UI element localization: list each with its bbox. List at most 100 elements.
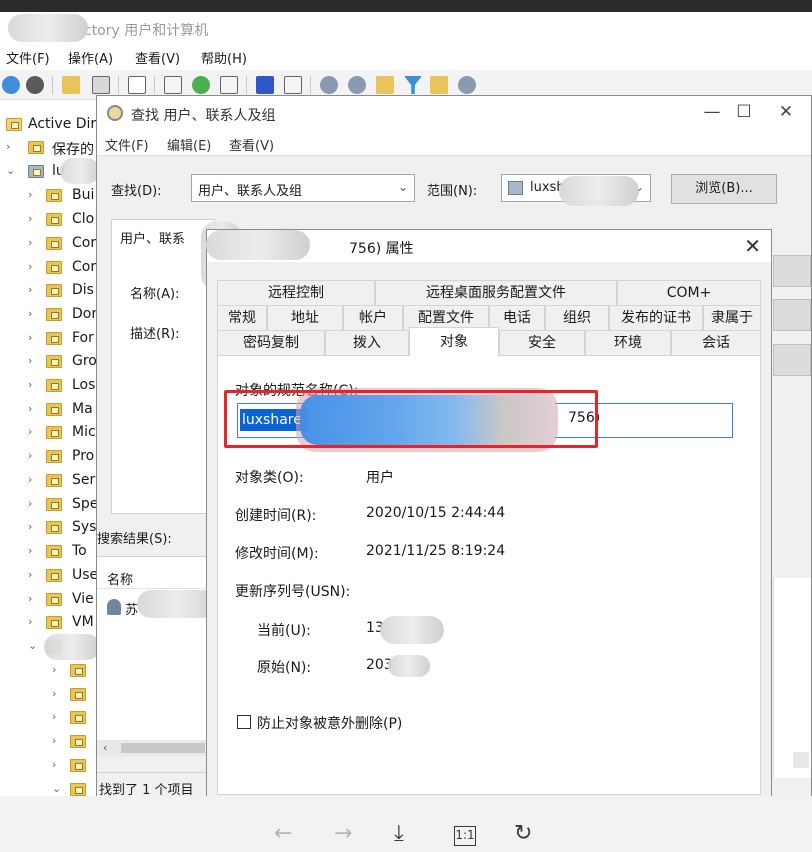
group-icon[interactable]	[348, 76, 366, 94]
tab-address[interactable]: 地址	[267, 305, 343, 331]
close-icon[interactable]: ✕	[744, 234, 761, 258]
console-tree-icon[interactable]	[92, 76, 110, 94]
description-label: 描述(R):	[130, 327, 180, 342]
forward-arrow-icon[interactable]	[26, 76, 44, 94]
tab-com-plus[interactable]: COM+	[617, 280, 761, 306]
name-label: 名称(A):	[130, 287, 180, 302]
clipboard-icon[interactable]	[128, 76, 146, 94]
folder-icon	[46, 261, 62, 274]
rotate-icon[interactable]: ↻	[514, 822, 532, 846]
tab-dial-in[interactable]: 拨入	[325, 330, 409, 356]
folder-icon	[70, 688, 86, 701]
find-icon[interactable]	[430, 76, 448, 94]
browse-button[interactable]: 浏览(B)...	[671, 174, 777, 204]
find-menu-file[interactable]: 文件(F)	[105, 135, 149, 154]
protect-deletion-checkbox[interactable]	[237, 715, 251, 729]
tab-rds-profile[interactable]: 远程桌面服务配置文件	[375, 280, 617, 306]
folder-icon	[46, 498, 62, 511]
folder-icon	[46, 593, 62, 606]
help-icon[interactable]	[256, 76, 274, 94]
usn-label: 更新序列号(USN):	[235, 584, 351, 600]
folder-icon	[46, 308, 62, 321]
back-arrow-icon[interactable]	[2, 76, 20, 94]
menu-view[interactable]: 查看(V)	[135, 48, 180, 67]
find-type-combo[interactable]: 用户、联系人及组 ⌄	[191, 174, 415, 202]
folder-icon	[70, 711, 86, 724]
filter-icon[interactable]	[404, 76, 422, 94]
query-panel: 用户、联系 名称(A): 描述(R):	[111, 219, 215, 514]
usn-original-label: 原始(N):	[257, 660, 312, 676]
results-right-area	[773, 578, 811, 778]
clear-all-button[interactable]	[773, 344, 811, 376]
tab-object[interactable]: 对象	[409, 327, 499, 357]
scroll-left-icon[interactable]: ‹	[103, 741, 107, 754]
scroll-right-icon[interactable]	[793, 752, 809, 768]
up-folder-icon[interactable]	[62, 76, 80, 94]
horizontal-scrollbar[interactable]: ‹	[97, 740, 217, 756]
annotation-highlight-box	[224, 390, 598, 448]
usn-current-label: 当前(U):	[257, 623, 311, 639]
folder-icon	[28, 141, 44, 154]
chevron-down-icon: ⌄	[397, 180, 408, 194]
folder-icon	[70, 783, 86, 796]
object-class-label: 对象类(O):	[235, 470, 304, 486]
refresh-icon[interactable]	[192, 76, 210, 94]
folder-icon	[46, 474, 62, 487]
folder-icon	[46, 403, 62, 416]
tab-general[interactable]: 常规	[217, 305, 267, 331]
folder-icon	[46, 189, 62, 202]
results-label: 搜索结果(S):	[97, 532, 172, 547]
properties-icon[interactable]	[164, 76, 182, 94]
menu-action[interactable]: 操作(A)	[68, 48, 113, 67]
object-class-value: 用户	[366, 470, 394, 486]
menu-file[interactable]: 文件(F)	[6, 48, 50, 67]
redacted-blur	[380, 616, 444, 644]
tab-sessions[interactable]: 会话	[671, 330, 761, 356]
tab-password-replication[interactable]: 密码复制	[217, 330, 325, 356]
domain-icon	[508, 181, 523, 195]
previous-arrow-icon[interactable]: ←	[274, 822, 292, 846]
menu-help[interactable]: 帮助(H)	[201, 48, 247, 67]
tab-security[interactable]: 安全	[499, 330, 585, 356]
ou-icon[interactable]	[376, 76, 394, 94]
stop-button[interactable]	[773, 299, 811, 331]
find-menu-view[interactable]: 查看(V)	[229, 135, 274, 154]
user-icon[interactable]	[320, 76, 338, 94]
main-window-title: ctory 用户和计算机	[84, 23, 209, 39]
folder-icon	[46, 332, 62, 345]
add-to-group-icon[interactable]	[458, 76, 476, 94]
tab-published-certificates[interactable]: 发布的证书	[609, 305, 703, 331]
tab-account[interactable]: 帐户	[343, 305, 403, 331]
find-now-button[interactable]	[773, 255, 811, 287]
created-value: 2020/10/15 2:44:44	[366, 505, 506, 521]
download-icon[interactable]: ⤓	[394, 822, 404, 846]
folder-icon	[70, 735, 86, 748]
folder-icon	[46, 545, 62, 558]
export-icon[interactable]	[220, 76, 238, 94]
tab-remote-control[interactable]: 远程控制	[217, 280, 375, 306]
maximize-icon[interactable]: ☐	[729, 102, 759, 122]
folder-icon	[46, 237, 62, 250]
tab-member-of[interactable]: 隶属于	[703, 305, 761, 331]
folder-icon	[70, 759, 86, 772]
protect-deletion-label: 防止对象被意外删除(P)	[257, 716, 403, 732]
tab-organization[interactable]: 组织	[545, 305, 609, 331]
minimize-icon[interactable]: —	[697, 102, 727, 122]
tab-environment[interactable]: 环境	[585, 330, 671, 356]
find-dialog-title: 查找 用户、联系人及组	[131, 108, 276, 124]
action-pane-icon[interactable]	[284, 76, 302, 94]
query-tab[interactable]: 用户、联系	[120, 228, 185, 247]
chevron-right-icon[interactable]: ›	[6, 140, 16, 153]
folder-icon	[46, 616, 62, 629]
main-menu-bar: 文件(F) 操作(A) 查看(V) 帮助(H)	[0, 44, 812, 70]
next-arrow-icon[interactable]: →	[334, 822, 352, 846]
folder-icon	[46, 426, 62, 439]
actual-size-icon[interactable]: 1:1	[454, 826, 476, 846]
chevron-down-icon[interactable]: ⌄	[6, 164, 16, 177]
folder-icon	[46, 521, 62, 534]
find-menu-edit[interactable]: 编辑(E)	[167, 135, 211, 154]
redacted-blur	[60, 158, 100, 184]
redacted-blur	[44, 634, 100, 660]
find-icon	[107, 105, 123, 121]
close-icon[interactable]: ✕	[771, 102, 801, 122]
